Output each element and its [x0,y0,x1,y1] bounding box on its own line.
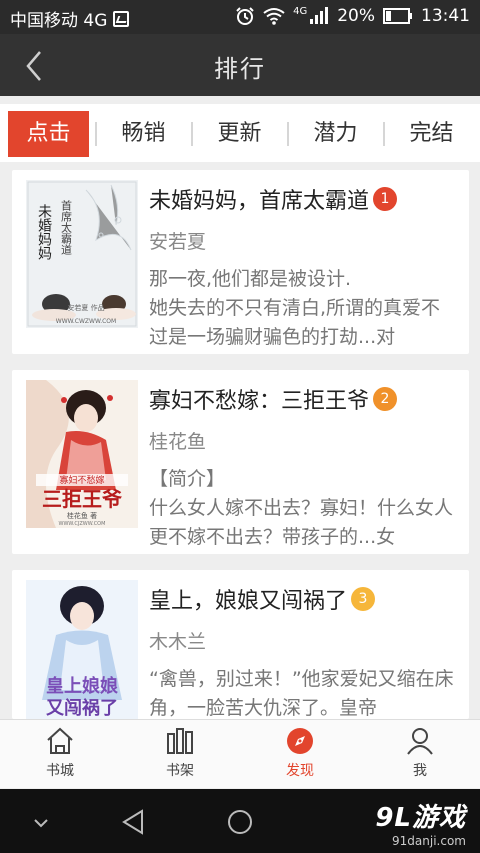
book-cover: 寡妇不愁嫁 三拒王爷 桂花鱼 著 WWW.CJZWW.COM [26,380,138,528]
book-description: “禽兽，别过来！”他家爱妃又缩在床角，一脸苦大仇深了。皇帝 [149,668,454,719]
title-bar: 排行 [0,34,480,96]
book-title-row: 皇上，娘娘又闯祸了 3 [149,583,376,615]
watermark-logo: 9L游戏 91danji.com [375,797,466,848]
cover-subtitle-text: 三拒王爷 [42,487,123,511]
alarm-icon [236,7,254,25]
battery-icon [383,8,412,24]
circle-home-icon [228,810,252,834]
book-list-item[interactable]: 未婚妈妈 首席太霸道 WWW.CWZWW.COM 安若夏 作品 未婚妈妈，首席太… [12,170,469,354]
book-cover-art: 寡妇不愁嫁 三拒王爷 桂花鱼 著 WWW.CJZWW.COM [26,380,138,528]
system-back-button[interactable] [116,805,150,839]
nav-discover[interactable]: 发现 [260,726,340,784]
nav-label: 书架 [166,763,194,779]
cover-site-text: WWW.CJZWW.COM [59,521,106,527]
wifi-icon [263,8,285,25]
battery-percent: 20% [337,6,375,26]
book-title[interactable]: 寡妇不愁嫁：三拒王爷 [149,383,369,415]
nav-bookshelf[interactable]: 书架 [140,726,220,784]
book-cover-art: 未婚妈妈 首席太霸道 WWW.CWZWW.COM 安若夏 作品 [26,180,138,328]
triangle-back-icon [122,809,143,835]
book-cover-art: 皇上娘娘 又闯祸了 [26,580,138,719]
book-author: 安若夏 [149,231,207,253]
status-bar: 中国移动 4G 4G 20% 13:41 [0,0,480,34]
book-list-item[interactable]: 寡妇不愁嫁 三拒王爷 桂花鱼 著 WWW.CJZWW.COM 寡妇不愁嫁：三拒王… [12,370,469,554]
book-list-item[interactable]: 皇上娘娘 又闯祸了 皇上，娘娘又闯祸了 3 木木兰 “禽兽，别过来！”他家爱妃又… [12,570,469,719]
book-title[interactable]: 未婚妈妈，首席太霸道 [149,183,369,215]
status-right: 4G 20% 13:41 [235,6,470,26]
rank-badge: 3 [351,587,376,611]
system-navigation-bar: 9L游戏 91danji.com [0,789,480,853]
chevron-down-icon [34,819,48,828]
cover-subtitle-text: 又闯祸了 [45,697,118,719]
nav-label: 我 [413,763,427,779]
cover-author-text: 桂花鱼 著 [67,511,97,520]
tab-divider [191,122,193,146]
bottom-navigation: 书城 书架 发现 我 [0,719,480,788]
tab-divider [287,122,289,146]
tab-divider [383,122,385,146]
book-author: 木木兰 [149,631,207,653]
cover-subtitle-text: 首席太霸道 [60,199,73,255]
clock: 13:41 [421,6,470,26]
carrier-label: 中国移动 4G [10,11,108,31]
watermark-sub: 91danji.com [392,834,466,848]
signal-icon [310,7,329,24]
person-icon [407,728,433,755]
book-cover: 皇上娘娘 又闯祸了 [26,580,138,719]
book-title-row: 未婚妈妈，首席太霸道 1 [149,183,398,215]
home-icon [47,727,73,754]
cover-title-text: 皇上娘娘 [46,675,118,697]
tab-completed[interactable]: 完结 [391,111,472,157]
page-title: 排行 [214,55,266,83]
collapse-button[interactable] [24,805,58,839]
book-cover: 未婚妈妈 首席太霸道 WWW.CWZWW.COM 安若夏 作品 [26,180,138,328]
book-author: 桂花鱼 [149,431,207,453]
book-title-row: 寡妇不愁嫁：三拒王爷 2 [149,383,398,415]
tab-click[interactable]: 点击 [8,111,89,157]
book-title[interactable]: 皇上，娘娘又闯祸了 [149,583,347,615]
cover-site-text: WWW.CWZWW.COM [56,318,116,325]
nav-me[interactable]: 我 [380,726,460,784]
system-home-button[interactable] [223,805,257,839]
nav-bookstore[interactable]: 书城 [20,726,100,784]
cover-title-text: 寡妇不愁嫁 [59,474,104,486]
tab-bestselling[interactable]: 畅销 [103,111,184,157]
tab-updated[interactable]: 更新 [199,111,280,157]
rank-badge: 2 [373,387,398,411]
nav-label: 发现 [286,763,314,779]
book-description: 【简介】 什么女人嫁不出去？寡妇！什么女人更不嫁不出去？带孩子的...女 [149,468,454,548]
tab-divider [95,122,97,146]
status-left: 中国移动 4G [10,6,130,31]
image-notification-icon [113,10,130,27]
book-description: 那一夜,他们都是被设计. 她失去的不只有清白,所谓的真爱不过是一场骗财骗色的打劫… [149,268,441,348]
network-type: 4G [293,5,308,17]
cover-title-text: 未婚妈妈 [36,204,52,260]
bookshelf-icon [167,728,193,754]
compass-icon [287,728,313,754]
watermark-main: 9L游戏 [375,803,466,833]
ranking-tabs: 点击 畅销 更新 潜力 完结 [0,104,480,162]
tab-potential[interactable]: 潜力 [295,111,376,157]
cover-author-text: 安若夏 作品 [67,303,104,312]
rank-badge: 1 [373,187,398,211]
nav-label: 书城 [46,763,74,779]
